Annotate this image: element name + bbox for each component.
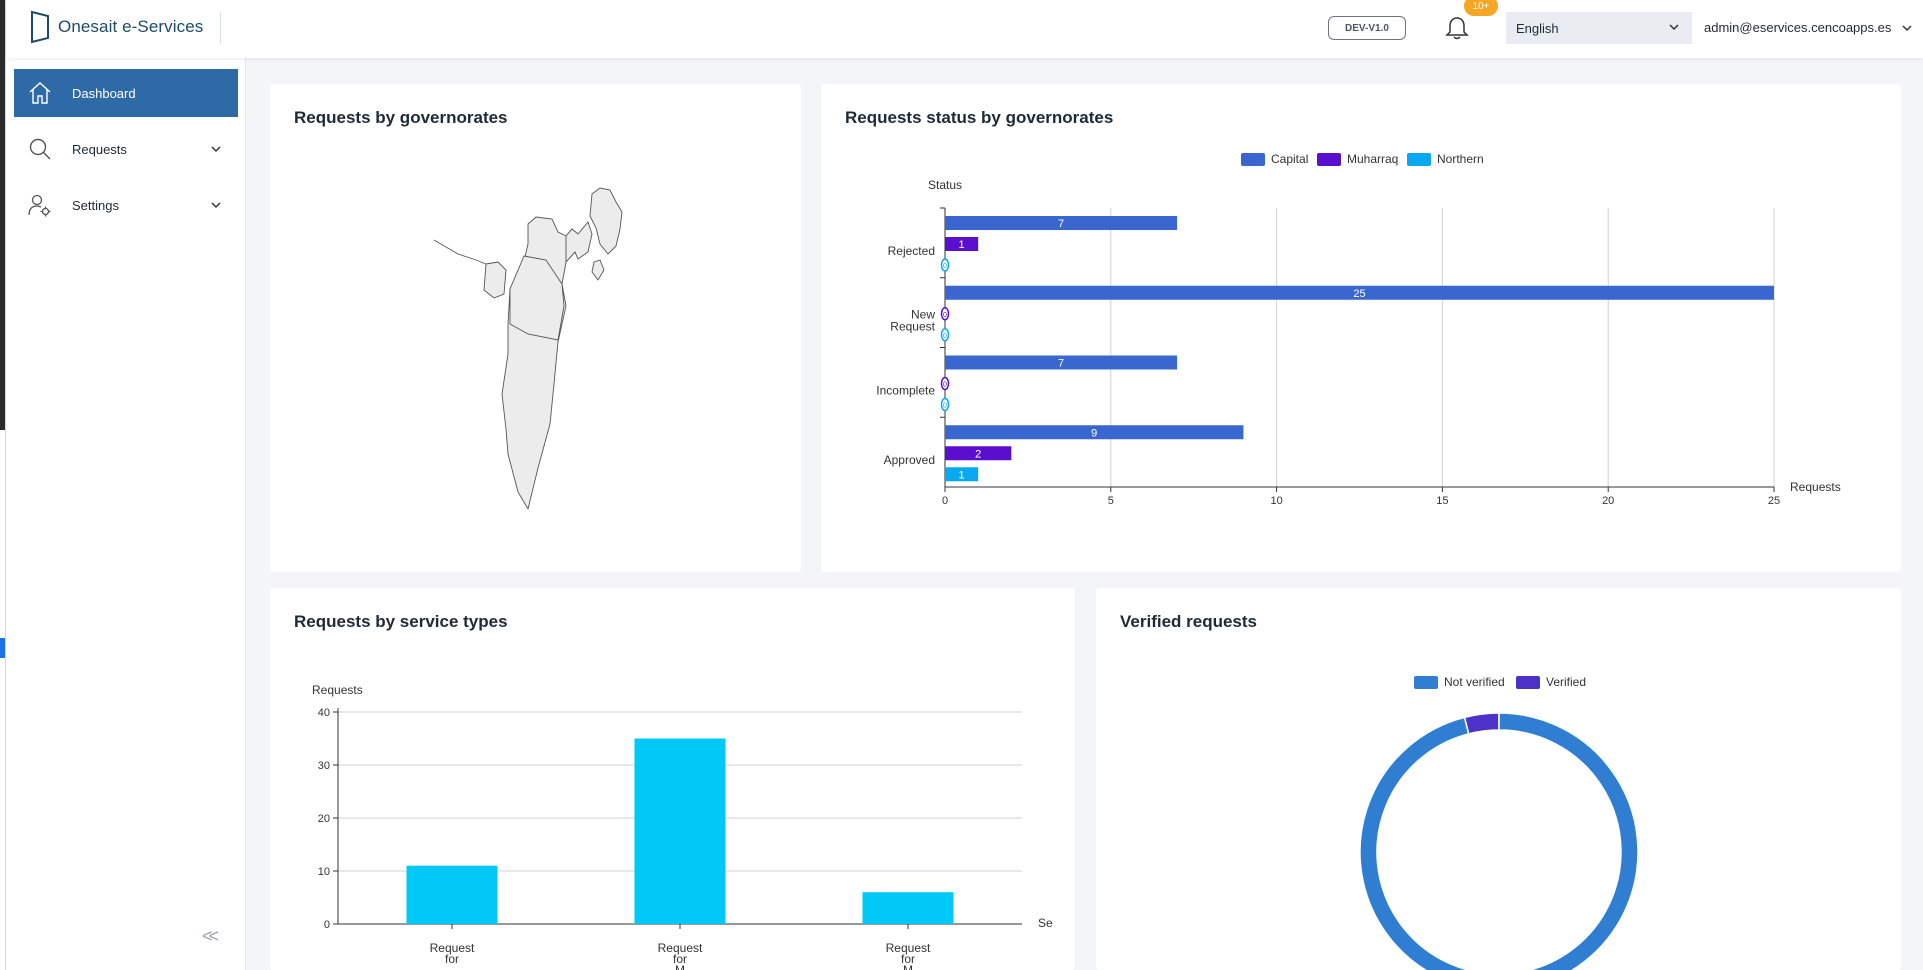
- legend-label: Capital: [1271, 152, 1308, 166]
- chevron-down-icon: [1669, 24, 1679, 31]
- x-category-label: M: [903, 963, 913, 970]
- sidebar-item-requests[interactable]: Requests: [14, 125, 238, 173]
- x-tick-label: 15: [1436, 495, 1448, 507]
- bar-value-label: 7: [1058, 358, 1064, 370]
- bar-value-label: 1: [959, 469, 965, 481]
- sidebar: Dashboard Requests Settings <<: [6, 58, 246, 970]
- bar-value-label: 25: [1353, 288, 1365, 300]
- user-email: admin@eservices.cencoapps.es: [1704, 20, 1892, 35]
- legend-swatch: [1241, 153, 1265, 166]
- user-menu[interactable]: admin@eservices.cencoapps.es: [1704, 20, 1913, 35]
- bar-value-label: 0: [943, 263, 947, 270]
- x-tick-label: 0: [942, 495, 948, 507]
- bar-value-label: 2: [975, 448, 981, 460]
- x-tick-label: 25: [1768, 495, 1780, 507]
- sidebar-item-label: Dashboard: [72, 85, 136, 101]
- bar-value-label: 1: [959, 239, 965, 251]
- y-category-label: Request: [890, 320, 935, 334]
- chevron-down-icon: [1902, 24, 1912, 31]
- window-edge-accent: [0, 638, 5, 658]
- y-tick-label: 40: [318, 707, 330, 719]
- x-axis-title: Se: [1038, 916, 1053, 930]
- legend-label: Not verified: [1444, 675, 1505, 689]
- legend-item: Capital: [1241, 152, 1308, 166]
- y-tick-label: 30: [318, 760, 330, 772]
- donut-slice-verified: [1463, 712, 1500, 735]
- verified-requests-chart: Not verified Verified: [1359, 675, 1639, 970]
- window-edge-dark: [0, 0, 5, 430]
- collapse-sidebar-button[interactable]: <<: [202, 926, 219, 947]
- map-region-capital[interactable]: [565, 221, 593, 264]
- legend-item: Northern: [1407, 152, 1484, 166]
- sidebar-item-label: Settings: [72, 197, 119, 213]
- y-tick-label: 0: [324, 919, 330, 931]
- y-category-label: Rejected: [888, 244, 935, 258]
- legend-label: Northern: [1437, 152, 1484, 166]
- service-types-card: Requests by service types Requests Se 0 10 2…: [270, 588, 1075, 970]
- bar-value-label: 0: [943, 333, 947, 340]
- app-logo[interactable]: Onesait e-Services: [30, 10, 203, 44]
- language-select[interactable]: English: [1506, 12, 1692, 44]
- top-header: Onesait e-Services DEV-V1.0 10+ English …: [6, 0, 1923, 58]
- service-bar: [862, 892, 954, 924]
- y-tick-label: 20: [318, 813, 330, 825]
- x-category-label: for: [445, 952, 459, 966]
- y-axis-title: Status: [928, 178, 962, 192]
- bar-value-label: 0: [943, 382, 947, 389]
- bar-value-label: 9: [1091, 427, 1097, 439]
- x-tick-label: 5: [1108, 495, 1114, 507]
- legend-label: Muharraq: [1347, 152, 1398, 166]
- sidebar-item-label: Requests: [72, 141, 127, 157]
- y-category-label: Approved: [884, 453, 935, 467]
- legend-item: Muharraq: [1317, 152, 1398, 166]
- y-tick-label: 10: [318, 866, 330, 878]
- governorates-map-card: Requests by governorates: [270, 84, 801, 572]
- bar-value-label: 0: [943, 312, 947, 319]
- map-causeway: [433, 239, 487, 265]
- language-selected: English: [1516, 20, 1559, 36]
- search-icon: [26, 135, 54, 163]
- version-badge: DEV-V1.0: [1328, 16, 1406, 40]
- map-island-small[interactable]: [591, 259, 605, 281]
- x-axis-title: Requests: [1790, 480, 1841, 494]
- x-tick-label: 10: [1270, 495, 1282, 507]
- home-icon: [26, 79, 54, 107]
- app-title: Onesait e-Services: [58, 17, 204, 36]
- service-bar: [634, 738, 726, 924]
- governorates-map: [433, 187, 623, 511]
- x-category-label: M: [675, 963, 685, 970]
- service-bar: [406, 865, 498, 924]
- bar-value-label: 7: [1058, 218, 1064, 230]
- legend-swatch: [1414, 676, 1438, 689]
- chevron-down-icon: [211, 146, 221, 153]
- map-region-muharraq[interactable]: [589, 187, 623, 255]
- legend-item: Not verified: [1414, 675, 1505, 689]
- y-axis-title: Requests: [312, 683, 363, 697]
- donut-slice-not-verified: [1359, 712, 1639, 970]
- verified-requests-card: Verified requests Not verified Verified: [1096, 588, 1901, 970]
- notifications-bell-icon[interactable]: [1444, 14, 1470, 42]
- status-by-governorates-card: Requests status by governorates Capital M…: [821, 84, 1901, 572]
- logo-door-icon: [31, 10, 49, 44]
- legend-swatch: [1516, 676, 1540, 689]
- header-separator: [220, 12, 221, 44]
- service-types-chart: RequestsSe010203040RequestforRequestforM…: [312, 683, 1053, 970]
- sidebar-item-settings[interactable]: Settings: [14, 181, 238, 229]
- map-island-umm-nasan[interactable]: [483, 261, 507, 299]
- legend-swatch: [1317, 153, 1341, 166]
- x-tick-label: 20: [1602, 495, 1614, 507]
- bar-value-label: 0: [943, 403, 947, 410]
- legend-label: Verified: [1546, 675, 1586, 689]
- y-category-label: Incomplete: [876, 383, 935, 397]
- notification-count-badge: 10+: [1464, 0, 1498, 16]
- legend-swatch: [1407, 153, 1431, 166]
- chevron-down-icon: [211, 202, 221, 209]
- sidebar-item-dashboard[interactable]: Dashboard: [14, 69, 238, 117]
- legend-item: Verified: [1516, 675, 1586, 689]
- users-gear-icon: [26, 191, 54, 219]
- status-by-governorates-chart: Capital Muharraq Northern Status Requests 0 5 1…: [876, 152, 1841, 507]
